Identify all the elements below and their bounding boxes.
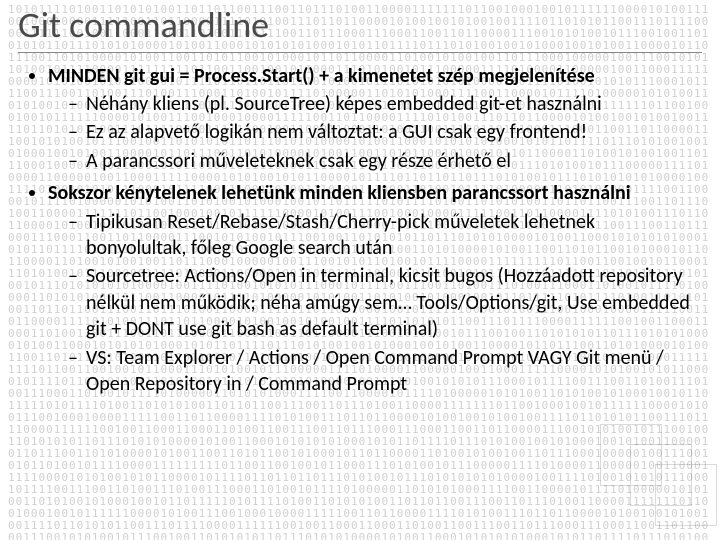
bullet-item: MINDEN git gui = Process.Start() + a kim… xyxy=(48,63,692,175)
bullet-text: MINDEN git gui = Process.Start() + a kim… xyxy=(48,64,595,88)
bullet-list: MINDEN git gui = Process.Start() + a kim… xyxy=(18,63,702,398)
bullet-text: Sokszor kénytelenek lehetünk minden klie… xyxy=(48,181,631,205)
decorative-squares xyxy=(600,414,720,534)
slide-title: Git commandline xyxy=(18,6,702,46)
sub-bullet-item: Tipikusan Reset/Rebase/Stash/Cherry-pick… xyxy=(68,209,692,262)
sub-bullet-list: Néhány kliens (pl. SourceTree) képes emb… xyxy=(48,91,692,174)
sub-bullet-item: A parancssori műveleteknek csak egy rész… xyxy=(68,148,692,174)
sub-bullet-item: Ez az alapvető logikán nem változtat: a … xyxy=(68,119,692,145)
sub-bullet-item: Sourcetree: Actions/Open in terminal, ki… xyxy=(68,263,692,342)
bullet-item: Sokszor kénytelenek lehetünk minden klie… xyxy=(48,180,692,397)
sub-bullet-item: VS: Team Explorer / Actions / Open Comma… xyxy=(68,345,692,398)
slide-content: Git commandline MINDEN git gui = Process… xyxy=(0,0,720,397)
sub-bullet-list: Tipikusan Reset/Rebase/Stash/Cherry-pick… xyxy=(48,209,692,398)
sub-bullet-item: Néhány kliens (pl. SourceTree) képes emb… xyxy=(68,91,692,117)
title-divider xyxy=(18,52,702,53)
